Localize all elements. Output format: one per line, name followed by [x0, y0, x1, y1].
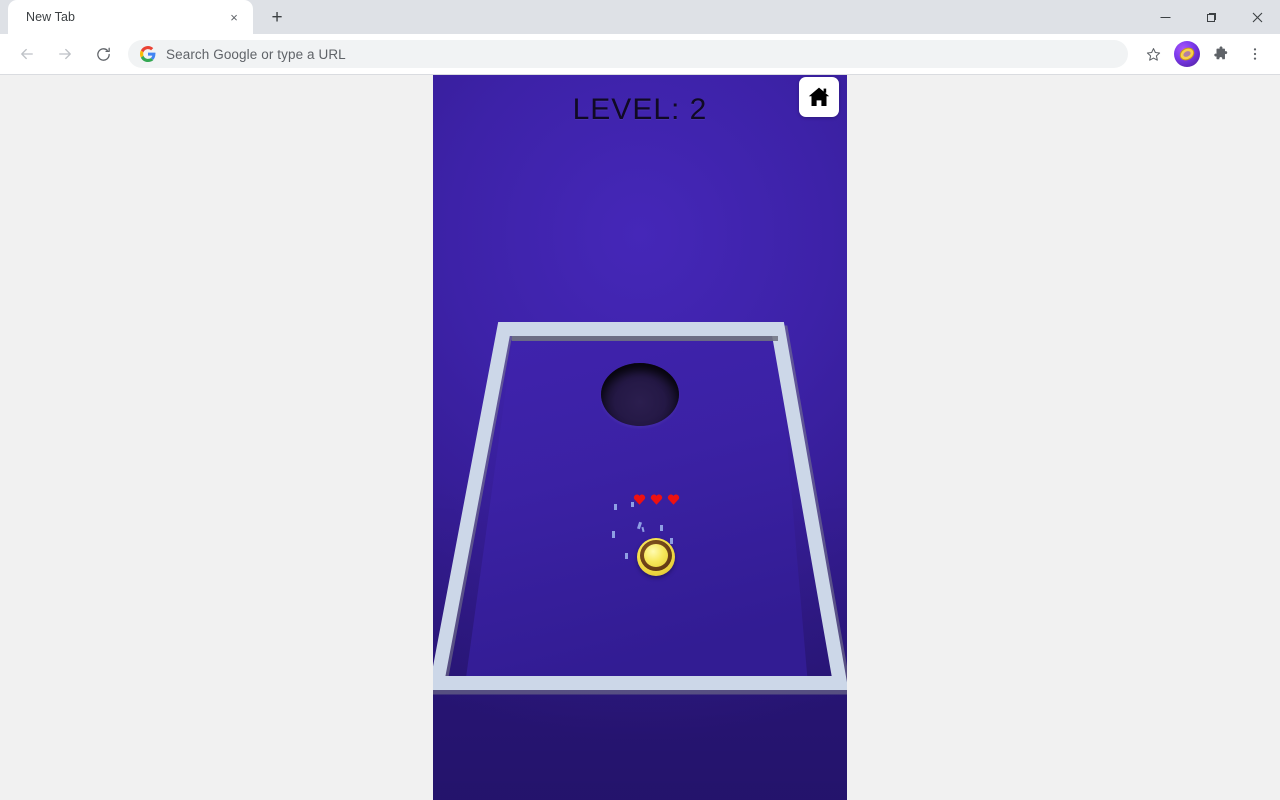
reload-icon[interactable] — [87, 38, 119, 70]
arena-platform — [433, 322, 847, 695]
game-hud: LEVEL: 2 — [433, 75, 847, 135]
game-canvas[interactable]: LEVEL: 2 — [433, 75, 847, 800]
bookmark-star-icon[interactable] — [1138, 39, 1168, 69]
new-tab-button[interactable]: + — [263, 3, 291, 31]
coin-face — [644, 544, 668, 567]
tab-new-tab[interactable]: New Tab × — [8, 0, 253, 34]
close-window-button[interactable] — [1234, 0, 1280, 34]
coin — [637, 538, 675, 576]
extensions-puzzle-icon[interactable] — [1206, 39, 1236, 69]
browser-window: New Tab × + Search Google or type a URL … — [0, 0, 1280, 800]
lives-hearts — [633, 493, 680, 506]
level-label: LEVEL: 2 — [572, 93, 708, 126]
tab-strip: New Tab × + — [0, 0, 1280, 34]
minimize-button[interactable] — [1142, 0, 1188, 34]
sparkle-particle — [614, 504, 617, 510]
chrome-menu-icon[interactable] — [1240, 39, 1270, 69]
sparkle-particle — [612, 531, 615, 538]
heart-icon — [667, 494, 680, 505]
tab-title: New Tab — [26, 10, 76, 24]
window-controls — [1142, 0, 1280, 34]
address-bar[interactable]: Search Google or type a URL — [128, 40, 1128, 68]
profile-avatar[interactable] — [1172, 39, 1202, 69]
maximize-button[interactable] — [1188, 0, 1234, 34]
toolbar-actions — [1136, 39, 1272, 69]
sparkle-particle — [625, 553, 628, 559]
page-content: LEVEL: 2 — [0, 75, 1280, 800]
heart-icon — [650, 494, 663, 505]
sparkle-particle — [660, 525, 663, 531]
tab-close-icon[interactable]: × — [225, 8, 243, 26]
coin-avatar-icon[interactable] — [1174, 41, 1200, 67]
hole — [601, 363, 679, 426]
home-button[interactable] — [799, 77, 839, 117]
back-icon[interactable] — [11, 38, 43, 70]
forward-icon[interactable] — [49, 38, 81, 70]
google-icon — [140, 46, 156, 62]
address-bar-placeholder: Search Google or type a URL — [166, 46, 346, 62]
heart-icon — [633, 494, 646, 505]
browser-toolbar: Search Google or type a URL — [0, 34, 1280, 75]
home-icon — [808, 87, 830, 106]
